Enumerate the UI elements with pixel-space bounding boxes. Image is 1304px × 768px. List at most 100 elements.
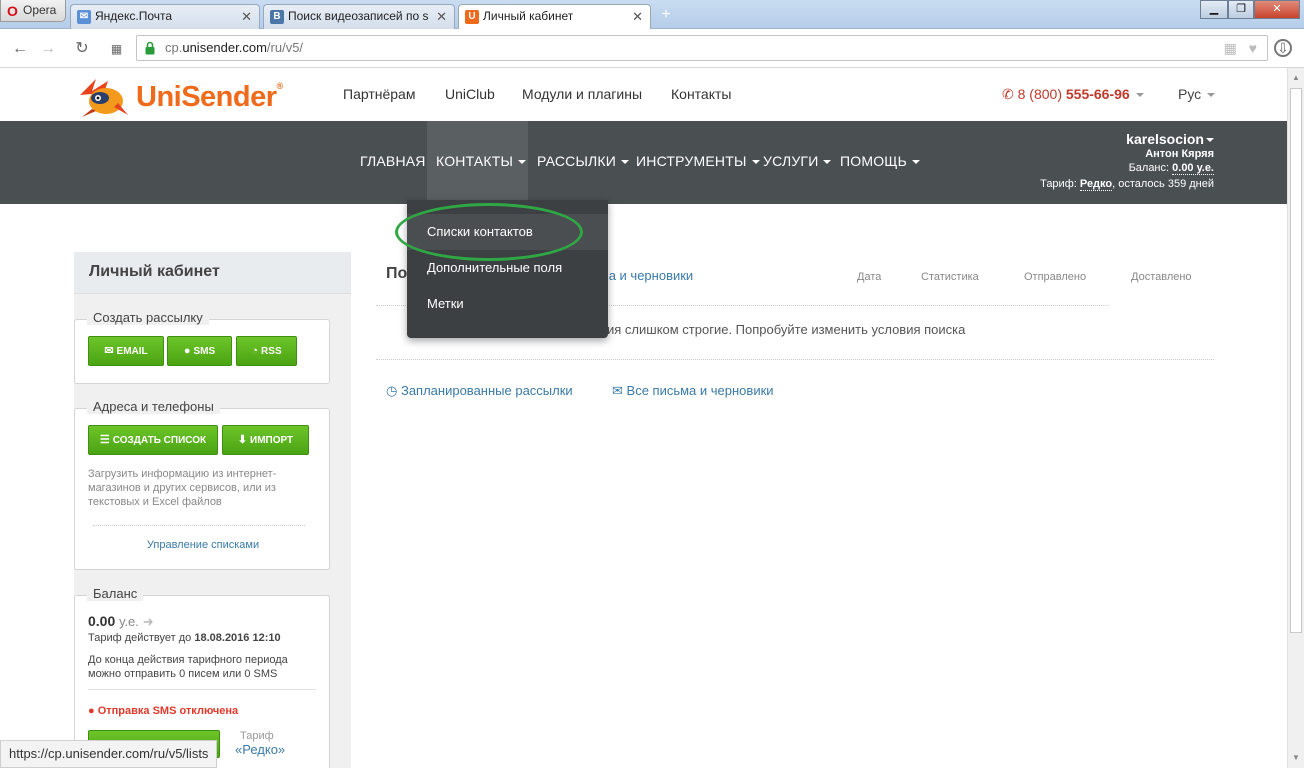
nav-item-home[interactable]: ГЛАВНАЯ [360, 121, 426, 204]
address-url: cp.unisender.com/ru/v5/ [165, 40, 304, 55]
nav-item-tools[interactable]: ИНСТРУМЕНТЫ [636, 121, 760, 204]
user-tariff: Тариф: Редко, осталось 359 дней [1040, 178, 1214, 191]
main-navigation: ГЛАВНАЯ КОНТАКТЫ РАССЫЛКИ ИНСТРУМЕНТЫ УС… [0, 121, 1287, 204]
top-link-modules[interactable]: Модули и плагины [522, 86, 642, 102]
tab-close-icon[interactable]: ✕ [241, 5, 252, 28]
tariff-label: Тариф [240, 730, 274, 742]
chevron-down-icon [1207, 93, 1216, 98]
envelope-icon: ✉ [104, 345, 114, 357]
scroll-up-icon[interactable]: ▲ [1288, 70, 1304, 86]
nav-item-campaigns[interactable]: РАССЫЛКИ [537, 121, 630, 204]
language-select[interactable]: Рус [1178, 86, 1216, 102]
back-icon[interactable]: ← [10, 39, 30, 59]
tariff-name-link[interactable]: «Редко» [235, 742, 285, 757]
scroll-down-icon[interactable]: ▼ [1288, 750, 1304, 766]
remaining-text: До конца действия тарифного периода можн… [88, 654, 288, 680]
user-full-name: Антон Кяряя [1145, 148, 1214, 160]
rss-icon: ◔ [251, 345, 259, 357]
tariff-valid-until: Тариф действует до 18.08.2016 12:10 [88, 632, 281, 644]
warning-icon: ● [88, 705, 95, 717]
top-link-uniclub[interactable]: UniClub [445, 86, 495, 102]
opera-icon: O [7, 3, 18, 19]
manage-lists-link[interactable]: Управление списками [75, 539, 331, 551]
chevron-down-icon [518, 160, 527, 165]
user-info: karelsocion Антон Кяряя Баланс: 0.00 у.е… [1040, 131, 1214, 191]
clock-icon: ◷ [386, 383, 398, 398]
nav-item-contacts[interactable]: КОНТАКТЫ [427, 121, 528, 204]
mail-icon: ✉ [77, 10, 91, 24]
column-header-delivered: Доставлено [1131, 271, 1192, 283]
tab-all-letters-partial[interactable]: ьма и черновики [593, 268, 693, 283]
top-link-contacts[interactable]: Контакты [671, 86, 731, 102]
import-button[interactable]: ⬇ ИМПОРТ [222, 425, 309, 455]
sidebar-title: Личный кабинет [74, 252, 351, 294]
close-window-icon[interactable]: ✕ [1254, 0, 1300, 19]
list-icon: ☰ [99, 434, 110, 446]
status-bar-url: https://cp.unisender.com/ru/v5/lists [0, 740, 218, 768]
all-letters-link[interactable]: ✉ Все письма и черновики [612, 383, 774, 399]
panel-legend: Адреса и телефоны [87, 399, 220, 414]
unisender-favicon-icon: U [465, 10, 479, 24]
vertical-scrollbar[interactable]: ▲ ▼ [1287, 68, 1304, 768]
download-icon[interactable]: ⇩ [1274, 39, 1292, 57]
browser-tab[interactable]: B Поиск видеозаписей по s ✕ [263, 4, 455, 29]
balance-value: 0.00 у.е. ➜ [88, 613, 154, 629]
column-header-sent: Отправлено [1024, 271, 1087, 283]
nav-item-help[interactable]: ПОМОЩЬ [840, 121, 921, 204]
download-icon: ⬇ [237, 434, 248, 446]
chevron-down-icon [621, 160, 630, 165]
chevron-down-icon [751, 160, 760, 165]
user-balance: Баланс: 0.00 у.е. [1128, 162, 1214, 175]
column-header-stats: Статистика [921, 271, 979, 283]
speed-dial-icon[interactable]: ▦ [106, 39, 126, 59]
divider [376, 359, 1214, 360]
panel-legend: Баланс [87, 586, 144, 601]
menu-item-tags[interactable]: Метки [407, 286, 608, 322]
opera-menu-button[interactable]: O Opera [0, 0, 66, 22]
lock-icon [145, 41, 155, 55]
create-list-button[interactable]: ☰ СОЗДАТЬ СПИСОК [88, 425, 218, 455]
site-header: UniSender® Партнёрам UniClub Модули и пл… [0, 68, 1287, 121]
unisender-logo[interactable]: UniSender® [74, 73, 304, 119]
nav-item-services[interactable]: УСЛУГИ [763, 121, 832, 204]
chevron-down-icon [823, 160, 832, 165]
sidebar: Личный кабинет Создать рассылку ✉ EMAIL ●… [74, 252, 351, 768]
tab-close-icon[interactable]: ✕ [436, 5, 447, 28]
column-header-date: Дата [857, 271, 882, 283]
maximize-icon[interactable]: ❐ [1228, 0, 1254, 19]
envelope-icon: ✉ [612, 383, 623, 398]
minimize-icon[interactable]: ▁ [1200, 0, 1228, 19]
scheduled-campaigns-link[interactable]: ◷ Запланированные рассылки [386, 383, 573, 399]
create-rss-button[interactable]: ◔ RSS [236, 336, 297, 366]
logo-mascot-icon [80, 79, 128, 117]
chevron-down-icon [1206, 138, 1214, 143]
browser-tab-active[interactable]: U Личный кабинет ✕ [458, 4, 651, 30]
user-login[interactable]: karelsocion [1040, 131, 1214, 147]
create-campaign-panel: Создать рассылку ✉ EMAIL ● SMS ◔ RSS [74, 310, 330, 384]
phone-number[interactable]: ✆ 8 (800) 555-66-96 [1002, 86, 1144, 103]
forward-icon[interactable]: → [38, 39, 58, 59]
browser-titlebar: O Opera ✉ Яндекс.Почта ✕ B Поиск видеозап… [0, 0, 1304, 30]
highlight-annotation-ellipse [395, 203, 583, 261]
reload-icon[interactable]: ↻ [72, 39, 92, 59]
arrow-right-icon[interactable]: ➜ [143, 614, 154, 629]
create-email-button[interactable]: ✉ EMAIL [88, 336, 164, 366]
top-link-partners[interactable]: Партнёрам [343, 86, 415, 102]
create-sms-button[interactable]: ● SMS [167, 336, 232, 366]
browser-toolbar: ← → ↻ ▦ cp.unisender.com/ru/v5/ ▦ ♥ ⇩ [0, 29, 1304, 68]
bookmark-heart-icon[interactable]: ▦ ♥ [1224, 40, 1261, 57]
chat-bubble-icon: ● [183, 345, 191, 357]
new-tab-icon[interactable]: + [657, 7, 675, 25]
scrollbar-thumb[interactable] [1290, 88, 1302, 633]
address-bar[interactable]: cp.unisender.com/ru/v5/ ▦ ♥ [136, 35, 1268, 61]
logo-text: UniSender® [136, 81, 283, 113]
tab-close-icon[interactable]: ✕ [632, 5, 643, 28]
sms-disabled-notice: ● Отправка SMS отключена [88, 705, 239, 717]
addresses-panel: Адреса и телефоны ☰ СОЗДАТЬ СПИСОК ⬇ ИМПОР… [74, 399, 331, 570]
content-heading: По [386, 265, 408, 282]
import-hint: Загрузить информацию из интернет-магазин… [88, 468, 277, 508]
browser-tab[interactable]: ✉ Яндекс.Почта ✕ [70, 4, 260, 29]
chevron-down-icon [912, 160, 921, 165]
divider [88, 689, 316, 690]
divider [93, 525, 305, 526]
